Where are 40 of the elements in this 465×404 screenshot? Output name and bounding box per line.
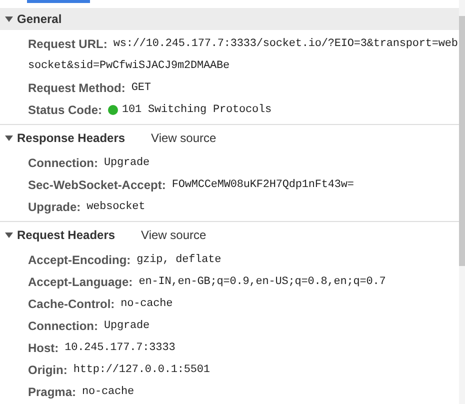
header-value: GET — [131, 82, 151, 94]
view-source-link[interactable]: View source — [141, 228, 206, 242]
section-title: Request Headers — [17, 228, 116, 242]
section-title: Response Headers — [17, 131, 126, 145]
section-title: General — [17, 12, 62, 26]
disclosure-triangle-icon — [5, 134, 13, 142]
header-value: Upgrade — [104, 157, 150, 169]
scrollbar-thumb[interactable] — [459, 16, 465, 266]
header-name: Cache-Control: — [28, 297, 115, 311]
header-name: Upgrade: — [28, 200, 81, 214]
header-name: Request Method: — [28, 81, 126, 95]
header-value: no-cache — [120, 298, 173, 310]
active-tab-indicator — [27, 0, 90, 3]
section-header[interactable]: General — [0, 8, 459, 30]
header-value: websocket — [86, 201, 146, 213]
header-name: Request URL: — [28, 37, 108, 51]
header-value-continuation: socket&sid=PwCfwiSJACJ9m2DMAABe — [28, 60, 230, 72]
header-value: gzip, deflate — [136, 254, 222, 266]
header-name: Accept-Language: — [28, 275, 133, 289]
section-header[interactable]: Request Headers View source — [0, 224, 459, 246]
header-value: ws://10.245.177.7:3333/socket.io/?EIO=3&transport=web — [113, 38, 458, 50]
header-name: Pragma: — [28, 385, 76, 399]
header-name: Sec-WebSocket-Accept: — [28, 178, 166, 192]
header-value: Upgrade — [104, 320, 150, 332]
header-value: http://127.0.0.1:5501 — [73, 364, 210, 376]
disclosure-triangle-icon — [5, 15, 13, 23]
header-value: 101 Switching Protocols — [122, 104, 272, 116]
section-header[interactable]: Response Headers View source — [0, 127, 459, 149]
disclosure-triangle-icon — [5, 231, 13, 239]
header-name: Status Code: — [28, 103, 102, 117]
header-value: en-IN,en-GB;q=0.9,en-US;q=0.8,en;q=0.7 — [138, 276, 386, 288]
header-value: no-cache — [82, 386, 134, 398]
header-name: Connection: — [28, 319, 98, 333]
view-source-link[interactable]: View source — [151, 131, 216, 145]
header-name: Connection: — [28, 156, 98, 170]
header-name: Accept-Encoding: — [28, 253, 131, 267]
header-value: 10.245.177.7:3333 — [64, 342, 176, 354]
header-value: FOwMCCeMW08uKF2H7Qdp1nFt43w= — [172, 179, 354, 191]
header-name: Host: — [28, 341, 59, 355]
header-name: Origin: — [28, 363, 68, 377]
